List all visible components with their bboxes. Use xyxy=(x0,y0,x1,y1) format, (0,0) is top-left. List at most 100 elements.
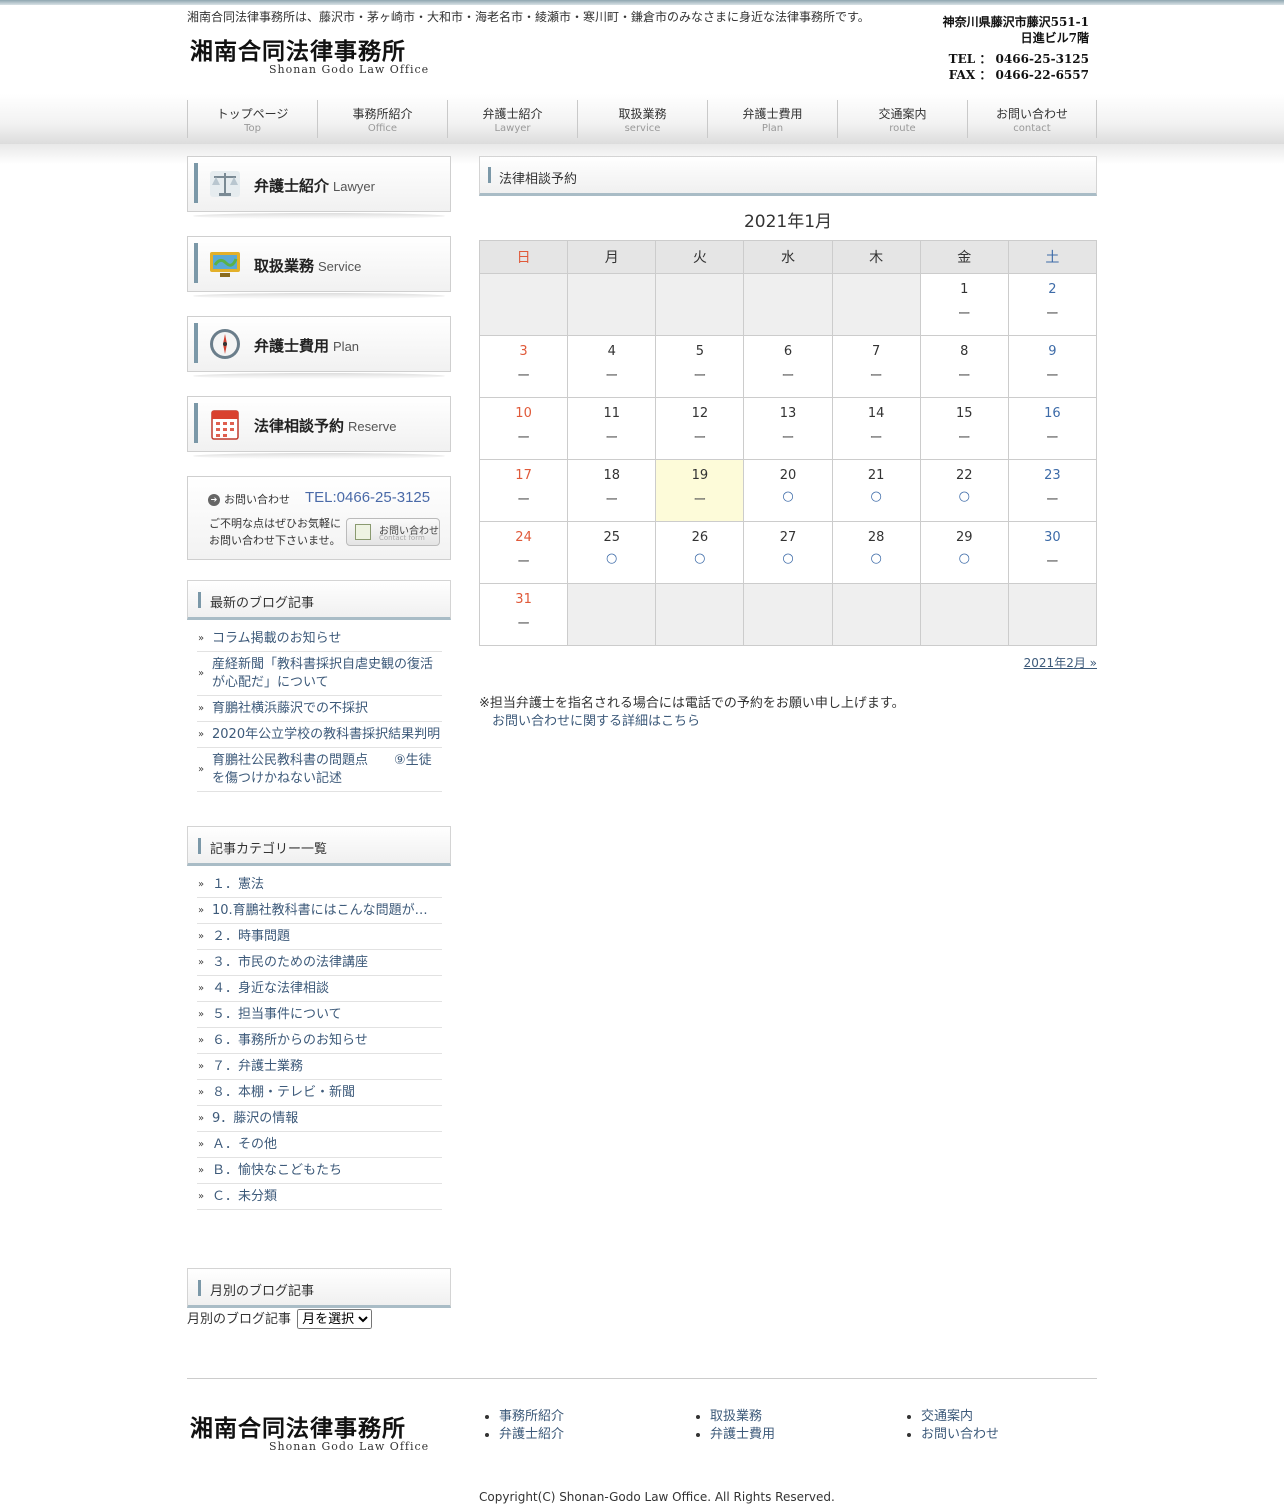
availability-open-mark[interactable]: ○ xyxy=(744,551,831,566)
calendar-day-cell: 14 ー xyxy=(831,397,921,460)
footer-link[interactable]: 弁護士費用 xyxy=(710,1427,775,1442)
contact-form-button[interactable]: お問い合わせ Contact form xyxy=(346,518,440,546)
sidebar-button-lawyer[interactable]: 弁護士紹介 Lawyer xyxy=(187,156,451,219)
nav-lawyer[interactable]: 弁護士紹介 Lawyer xyxy=(447,100,577,138)
calendar-day-number: 1 xyxy=(960,282,969,297)
availability-closed-mark: ー xyxy=(957,369,971,384)
calendar-day-cell: 5ー xyxy=(655,335,745,398)
recent-post-link[interactable]: 2020年公立学校の教科書採択結果判明 xyxy=(212,727,440,742)
list-item: 事務所紹介 xyxy=(499,1408,564,1426)
list-item[interactable]: コラム掲載のお知らせ xyxy=(197,626,442,652)
sidebar-button-service[interactable]: 取扱業務 Service xyxy=(187,236,451,299)
list-item[interactable]: 9．藤沢の情報 xyxy=(197,1106,442,1132)
calendar-day-number: 13 xyxy=(779,406,797,421)
recent-post-link[interactable]: 産経新聞「教科書採択自虐史観の復活が心配だ」について xyxy=(212,657,433,690)
calendar-day-cell: 24 ー xyxy=(478,521,569,584)
availability-open-mark[interactable]: ○ xyxy=(744,489,831,504)
next-month-link[interactable]: 2021年2月 » xyxy=(1024,654,1097,671)
list-item[interactable]: ３．市民のための法律講座 xyxy=(197,950,442,976)
nav-contact[interactable]: お問い合わせ contact xyxy=(967,100,1097,138)
category-link[interactable]: ５．担当事件について xyxy=(212,1007,342,1022)
nav-route[interactable]: 交通案内 route xyxy=(837,100,967,138)
category-link[interactable]: １．憲法 xyxy=(212,877,264,892)
button-text-en: Lawyer xyxy=(333,179,375,194)
recent-post-link[interactable]: 育鵬社公民教科書の問題点 ⑨生徒を傷つけかねない記述 xyxy=(212,753,432,786)
availability-open-mark[interactable]: ○ xyxy=(921,489,1008,504)
recent-posts-heading: 最新のブログ記事 xyxy=(187,580,451,620)
list-item[interactable]: ６．事務所からのお知らせ xyxy=(197,1028,442,1054)
sidebar-button-plan[interactable]: 弁護士費用 Plan xyxy=(187,316,451,379)
list-item: お問い合わせ xyxy=(921,1426,999,1444)
list-item[interactable]: ４．身近な法律相談 xyxy=(197,976,442,1002)
calendar-empty-cell xyxy=(831,583,921,646)
category-link[interactable]: Ｂ．愉快なこどもたち xyxy=(212,1163,342,1178)
availability-closed-mark: ー xyxy=(1045,369,1059,384)
sidebar-button-label: 取扱業務 Service xyxy=(254,255,361,276)
list-item[interactable]: Ｂ．愉快なこどもたち xyxy=(197,1158,442,1184)
nav-office[interactable]: 事務所紹介 Office xyxy=(317,100,447,138)
calendar-day-number: 18 xyxy=(603,468,620,483)
availability-open-mark[interactable]: ○ xyxy=(833,551,920,566)
contact-details-link[interactable]: お問い合わせに関する詳細はこちら xyxy=(479,713,905,731)
list-item[interactable]: Ａ．その他 xyxy=(197,1132,442,1158)
calendar-day-number: 28 xyxy=(867,530,885,545)
nav-service[interactable]: 取扱業務 service xyxy=(577,100,707,138)
calendar-day-cell: 21 ○ xyxy=(831,459,921,522)
category-link[interactable]: Ａ．その他 xyxy=(212,1137,277,1152)
calendar-week-row: 10 ー 11 ー 12 ー 13 ー 14 ー 15 ー 16 ー xyxy=(478,397,1098,460)
nav-label: 交通案内 xyxy=(878,107,927,121)
category-link[interactable]: ６．事務所からのお知らせ xyxy=(212,1033,368,1048)
availability-open-mark[interactable]: ○ xyxy=(656,551,743,566)
category-link[interactable]: 10.育鵬社教科書にはこんな問題が… xyxy=(212,903,428,918)
nav-sublabel: Plan xyxy=(761,123,784,134)
category-link[interactable]: 9．藤沢の情報 xyxy=(212,1111,298,1126)
list-item[interactable]: ５．担当事件について xyxy=(197,1002,442,1028)
list-item[interactable]: 10.育鵬社教科書にはこんな問題が… xyxy=(197,898,442,924)
nav-top[interactable]: トップページ Top xyxy=(187,100,317,138)
site-tagline: 湘南合同法律事務所は、藤沢市・茅ヶ崎市・大和市・海老名市・綾瀬市・寒川町・鎌倉市… xyxy=(187,10,870,24)
nav-plan[interactable]: 弁護士費用 Plan xyxy=(707,100,837,138)
sidebar-button-label: 弁護士費用 Plan xyxy=(254,335,359,356)
list-item[interactable]: １．憲法 xyxy=(197,872,442,898)
list-item[interactable]: ８．本棚・テレビ・新聞 xyxy=(197,1080,442,1106)
footer-link[interactable]: 交通案内 xyxy=(921,1409,973,1424)
button-text-jp: 弁護士紹介 xyxy=(254,177,330,195)
category-link[interactable]: ２．時事問題 xyxy=(212,929,290,944)
nav-label: お問い合わせ xyxy=(995,107,1068,121)
availability-closed-mark: ー xyxy=(957,307,971,322)
footer-link[interactable]: 弁護士紹介 xyxy=(499,1427,564,1442)
availability-open-mark[interactable]: ○ xyxy=(568,551,655,566)
list-item[interactable]: Ｃ．未分類 xyxy=(197,1184,442,1210)
footer-link[interactable]: お問い合わせ xyxy=(921,1427,999,1442)
list-item[interactable]: 産経新聞「教科書採択自虐史観の復活が心配だ」について xyxy=(197,652,442,696)
footer-link[interactable]: 事務所紹介 xyxy=(499,1409,564,1424)
fax-number: FAX ： 0466-22-6557 xyxy=(948,68,1089,82)
list-item[interactable]: 育鵬社公民教科書の問題点 ⑨生徒を傷つけかねない記述 xyxy=(197,748,442,792)
availability-closed-mark: ー xyxy=(869,431,883,446)
availability-open-mark[interactable]: ○ xyxy=(833,489,920,504)
category-link[interactable]: ３．市民のための法律講座 xyxy=(212,955,368,970)
list-item[interactable]: ２．時事問題 xyxy=(197,924,442,950)
calendar-day-number: 6 xyxy=(783,344,793,359)
footer-link[interactable]: 取扱業務 xyxy=(710,1409,762,1424)
calendar-day-number: 8 xyxy=(960,344,969,359)
recent-post-link[interactable]: コラム掲載のお知らせ xyxy=(212,631,341,646)
site-logo[interactable]: 湘南合同法律事務所 Shonan Godo Law Office xyxy=(190,32,428,76)
category-link[interactable]: Ｃ．未分類 xyxy=(212,1189,277,1204)
category-link[interactable]: ４．身近な法律相談 xyxy=(212,981,329,996)
list-item[interactable]: 2020年公立学校の教科書採択結果判明 xyxy=(197,722,442,748)
category-link[interactable]: ８．本棚・テレビ・新聞 xyxy=(212,1085,355,1100)
category-link[interactable]: ７．弁護士業務 xyxy=(212,1059,303,1074)
list-item[interactable]: 育鵬社横浜藤沢での不採択 xyxy=(197,696,442,722)
calendar-day-cell: 1ー xyxy=(919,273,1009,336)
availability-closed-mark: ー xyxy=(693,431,707,446)
calendar-day-cell: 19 ー xyxy=(655,459,745,522)
calendar-empty-cell xyxy=(743,273,833,336)
recent-post-link[interactable]: 育鵬社横浜藤沢での不採択 xyxy=(212,701,368,716)
scales-icon xyxy=(210,171,240,197)
availability-open-mark[interactable]: ○ xyxy=(921,551,1008,566)
footer-logo[interactable]: 湘南合同法律事務所 Shonan Godo Law Office xyxy=(190,1409,428,1453)
sidebar-button-reserve[interactable]: 法律相談予約 Reserve xyxy=(187,396,451,459)
month-select[interactable]: 月を選択 xyxy=(297,1308,373,1329)
list-item[interactable]: ７．弁護士業務 xyxy=(197,1054,442,1080)
